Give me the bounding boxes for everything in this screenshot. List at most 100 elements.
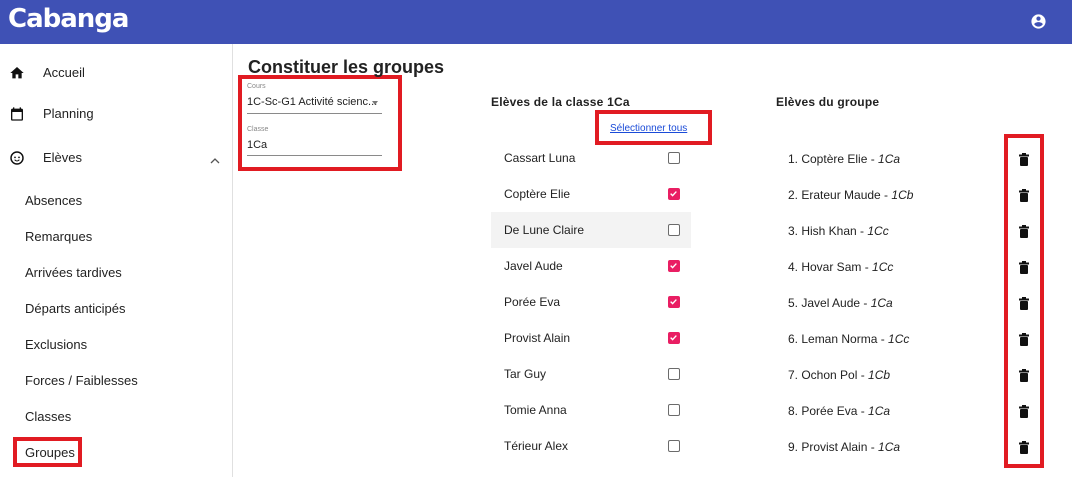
group-member-class: 1Cc — [872, 260, 894, 274]
student-name: Tar Guy — [504, 367, 547, 381]
group-member-name: 5. Javel Aude - — [788, 296, 871, 310]
student-checkbox[interactable] — [668, 440, 680, 452]
sidebar-subitem-absences[interactable]: Absences — [0, 184, 233, 216]
sidebar-subitem-label: Classes — [25, 409, 72, 424]
group-member-name: 8. Porée Eva - — [788, 404, 869, 418]
sidebar-subitem-exclusions[interactable]: Exclusions — [0, 328, 233, 360]
group-member-name: 7. Ochon Pol - — [788, 368, 869, 382]
group-member-class: 1Cc — [867, 224, 889, 238]
app-logo[interactable]: Cabanga — [8, 4, 129, 34]
sidebar-item-eleves[interactable]: Elèves — [0, 140, 233, 176]
group-member-row: 7. Ochon Pol - 1Cb — [788, 368, 890, 382]
group-member-class: 1Ca — [878, 440, 901, 454]
chevron-up-icon[interactable] — [210, 152, 220, 164]
trash-icon[interactable] — [1019, 441, 1029, 454]
student-checkbox[interactable] — [668, 260, 680, 272]
home-icon — [9, 65, 25, 81]
group-member-name: 2. Erateur Maude - — [788, 188, 892, 202]
group-member-name: 6. Leman Norma - — [788, 332, 889, 346]
group-member-row: 4. Hovar Sam - 1Cc — [788, 260, 893, 274]
group-member-class: 1Cb — [868, 368, 891, 382]
cours-select-value: 1C-Sc-G1 Activité scienc... — [247, 96, 378, 108]
group-member-class: 1Ca — [878, 152, 901, 166]
sidebar-subitem-departs-anticipes[interactable]: Départs anticipés — [0, 292, 233, 324]
student-row[interactable]: Tar Guy — [491, 356, 691, 392]
student-name: Cassart Luna — [504, 151, 576, 165]
student-checkbox[interactable] — [668, 368, 680, 380]
cours-select-label: Cours — [247, 83, 266, 90]
sidebar-subitem-label: Remarques — [25, 229, 93, 244]
sidebar-subitem-label: Arrivées tardives — [25, 265, 122, 280]
sidebar: Accueil Planning Elèves Absences Remarqu… — [0, 44, 233, 477]
group-member-row: 2. Erateur Maude - 1Cb — [788, 188, 913, 202]
trash-icon[interactable] — [1019, 153, 1029, 166]
student-row[interactable]: Provist Alain — [491, 320, 691, 356]
group-member-class: 1Cb — [891, 188, 914, 202]
sidebar-subitem-label: Exclusions — [25, 337, 88, 352]
student-row[interactable]: Javel Aude — [491, 248, 691, 284]
classe-field-label: Classe — [247, 126, 269, 133]
sidebar-subitem-label: Départs anticipés — [25, 301, 126, 316]
sidebar-subitem-arrivees-tardives[interactable]: Arrivées tardives — [0, 256, 233, 288]
select-all-link[interactable]: Sélectionner tous — [610, 123, 687, 134]
student-row[interactable]: Coptère Elie — [491, 176, 691, 212]
group-member-name: 3. Hish Khan - — [788, 224, 868, 238]
classe-field-underline — [247, 155, 382, 156]
dropdown-arrow-icon — [372, 101, 378, 105]
classe-field-value: 1Ca — [247, 139, 268, 151]
group-member-row: 9. Provist Alain - 1Ca — [788, 440, 900, 454]
trash-icon[interactable] — [1019, 405, 1029, 418]
top-app-bar: Cabanga — [0, 0, 1072, 44]
trash-icon[interactable] — [1019, 297, 1029, 310]
sidebar-subitem-forces-faiblesses[interactable]: Forces / Faiblesses — [0, 364, 233, 396]
group-member-row: 1. Coptère Elie - 1Ca — [788, 152, 900, 166]
calendar-icon — [9, 106, 25, 122]
sidebar-subitem-classes[interactable]: Classes — [0, 400, 233, 432]
page-title: Constituer les groupes — [248, 57, 445, 77]
sidebar-subitem-label: Absences — [25, 193, 83, 208]
trash-icon[interactable] — [1019, 225, 1029, 238]
highlight-box-groupes — [13, 437, 82, 467]
account-icon[interactable] — [1030, 13, 1047, 30]
sidebar-item-planning[interactable]: Planning — [0, 96, 233, 132]
student-checkbox[interactable] — [668, 332, 680, 344]
student-checkbox[interactable] — [668, 404, 680, 416]
group-member-row: 5. Javel Aude - 1Ca — [788, 296, 893, 310]
student-name: Javel Aude — [504, 259, 563, 273]
cours-select-underline — [247, 113, 382, 114]
group-member-name: 4. Hovar Sam - — [788, 260, 873, 274]
student-row[interactable]: Cassart Luna — [491, 140, 691, 176]
student-name: Coptère Elie — [504, 187, 571, 201]
group-member-row: 8. Porée Eva - 1Ca — [788, 404, 890, 418]
student-name: De Lune Claire — [504, 223, 585, 237]
student-checkbox[interactable] — [668, 152, 680, 164]
student-checkbox[interactable] — [668, 188, 680, 200]
group-member-name: 1. Coptère Elie - — [788, 152, 879, 166]
group-students-heading: Elèves du groupe — [776, 95, 880, 109]
student-row[interactable]: Térieur Alex — [491, 428, 691, 464]
student-row[interactable]: De Lune Claire — [491, 212, 691, 248]
trash-icon[interactable] — [1019, 369, 1029, 382]
sidebar-item-label: Planning — [43, 106, 94, 121]
face-icon — [9, 150, 25, 166]
trash-icon[interactable] — [1019, 189, 1029, 202]
sidebar-item-label: Accueil — [43, 65, 85, 80]
group-member-class: 1Ca — [870, 296, 893, 310]
trash-icon[interactable] — [1019, 261, 1029, 274]
group-member-class: 1Ca — [868, 404, 891, 418]
student-row[interactable]: Tomie Anna — [491, 392, 691, 428]
sidebar-subitem-remarques[interactable]: Remarques — [0, 220, 233, 252]
sidebar-item-accueil[interactable]: Accueil — [0, 55, 233, 91]
student-checkbox[interactable] — [668, 224, 680, 236]
student-row[interactable]: Porée Eva — [491, 284, 691, 320]
student-name: Tomie Anna — [504, 403, 567, 417]
student-name: Porée Eva — [504, 295, 561, 309]
student-name: Provist Alain — [504, 331, 571, 345]
group-member-row: 3. Hish Khan - 1Cc — [788, 224, 889, 238]
group-member-row: 6. Leman Norma - 1Cc — [788, 332, 909, 346]
group-member-name: 9. Provist Alain - — [788, 440, 879, 454]
class-students-heading: Elèves de la classe 1Ca — [491, 95, 630, 109]
student-checkbox[interactable] — [668, 296, 680, 308]
sidebar-item-label: Elèves — [43, 150, 83, 165]
trash-icon[interactable] — [1019, 333, 1029, 346]
